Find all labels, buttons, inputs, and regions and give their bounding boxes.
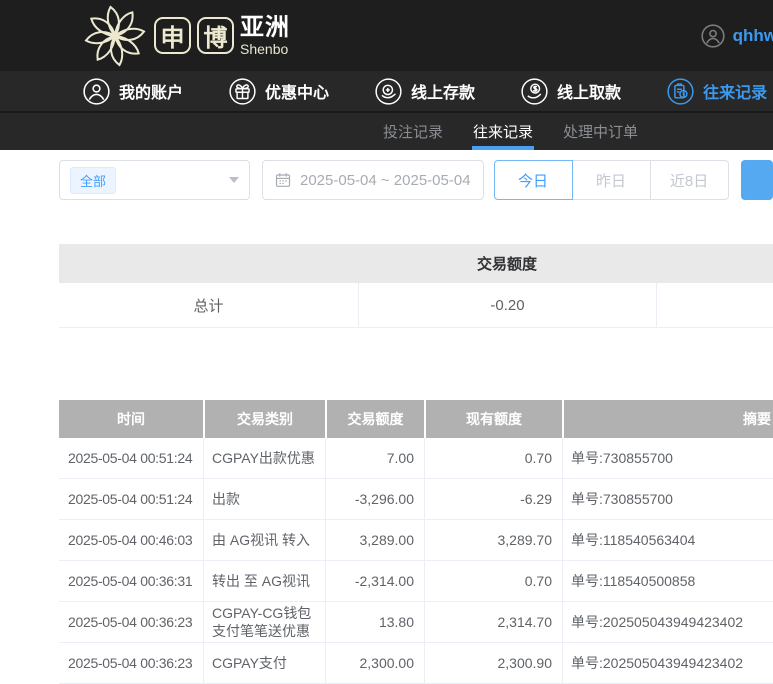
tab-label: 投注记录 [383,124,444,141]
cell-time: 2025-05-04 00:36:31 [59,561,203,602]
cell-time: 2025-05-04 00:51:24 [59,438,203,479]
nav-label: 往来记录 [703,85,768,102]
nav-item-promotions[interactable]: 优惠中心 [229,77,330,105]
nav-item-withdraw[interactable]: 线上取款 [521,77,622,105]
cell-balance: 0.70 [424,561,562,602]
cell-amount: 3,289.00 [325,520,424,561]
col-header-type: 交易类别 [203,400,325,438]
deposit-coin-icon [375,77,402,105]
top-header: 申 博 亚洲 Shenbo qhhw [0,0,773,71]
cell-time: 2025-05-04 00:36:23 [59,643,203,684]
active-tab-underline [472,146,535,150]
logo-subtitle: Shenbo [240,40,289,57]
cell-time: 2025-05-04 00:36:23 [59,602,203,644]
summary-total-row: 总计 -0.20 [59,283,773,328]
cell-balance: 0.70 [424,438,562,479]
col-header-time: 时间 [117,411,145,427]
nav-label: 线上取款 [557,85,622,102]
logo-char-bo: 博 [197,17,234,54]
cell-memo: 单号:730855700 [562,479,773,520]
tab-label: 往来记录 [473,124,534,141]
cell-amount: 7.00 [325,438,424,479]
cell-balance: 3,289.70 [424,520,562,561]
username: qhhw [732,25,773,45]
cell-type: CGPAY支付 [203,643,325,684]
cell-balance: 2,300.90 [424,643,562,684]
cell-amount: 13.80 [325,602,424,644]
table-row: 2025-05-04 00:51:24 出款 -3,296.00 -6.29 单… [59,479,773,520]
table-row: 2025-05-04 00:36:31 转出 至 AG视讯 -2,314.00 … [59,561,773,602]
tab-transaction-records[interactable]: 往来记录 [472,113,535,150]
nav-label: 线上存款 [411,85,476,102]
logo-char-shen: 申 [154,17,191,54]
yesterday-button[interactable]: 昨日 [571,160,651,200]
col-header-amount: 交易额度 [325,400,424,438]
tab-betting-records[interactable]: 投注记录 [383,113,443,150]
cell-time: 2025-05-04 00:51:24 [59,479,203,520]
cell-memo: 单号:118540563404 [562,520,773,561]
records-clipboard-icon [667,77,694,105]
cell-type: CGPAY-CG钱包支付笔笔送优惠 [203,602,325,644]
nav-item-deposit[interactable]: 线上存款 [375,77,476,105]
calendar-icon [275,173,291,187]
records-table: 时间 交易类别 交易额度 现有额度 摘要 2025-05-04 00:51:24… [59,400,773,684]
today-button[interactable]: 今日 [493,160,573,200]
selected-type-tag[interactable]: 全部 [70,166,117,194]
cell-balance: 2,314.70 [424,602,562,644]
tab-processing-orders[interactable]: 处理中订单 [563,113,638,150]
cell-memo: 单号:118540500858 [562,561,773,602]
cell-type: CGPAY出款优惠 [203,438,325,479]
summary-header-amount: 交易额度 [476,256,537,273]
quick-date-buttons: 今日 昨日 近8日 [493,160,729,200]
main-nav: 我的账户 优惠中心 线上存款 线上取款 往来记录 [0,71,773,111]
summary-table: 交易额度 总计 -0.20 [59,244,773,328]
summary-total-label: 总计 [193,297,224,315]
cell-memo: 单号:202505043949423402 [562,602,773,644]
nav-label: 我的账户 [119,85,184,102]
nav-item-my-account[interactable]: 我的账户 [83,77,184,105]
search-button[interactable] [740,160,773,200]
brand-logo[interactable]: 申 博 亚洲 Shenbo [84,5,290,67]
summary-total-value: -0.20 [358,283,656,327]
flower-logo-icon [84,5,146,66]
cell-type: 出款 [203,479,325,520]
withdraw-coin-icon [521,77,548,105]
gift-icon [229,77,256,105]
last-8-days-button[interactable]: 近8日 [649,160,729,200]
logo-region-text: 亚洲 [240,13,290,41]
cell-memo: 单号:730855700 [562,438,773,479]
cell-amount: -3,296.00 [325,479,424,520]
cell-amount: 2,300.00 [325,643,424,684]
user-account[interactable]: qhhw [701,0,773,71]
col-header-balance: 现有额度 [424,400,562,438]
summary-empty-cell [656,283,773,327]
table-header-row: 时间 交易类别 交易额度 现有额度 摘要 [59,400,773,438]
cell-type: 转出 至 AG视讯 [203,561,325,602]
summary-header-empty [656,244,773,283]
cell-memo: 单号:202505043949423402 [562,643,773,684]
table-row: 2025-05-04 00:51:24 CGPAY出款优惠 7.00 0.70 … [59,438,773,479]
summary-header-empty [59,244,358,283]
nav-item-transaction-records[interactable]: 往来记录 [667,77,768,105]
chevron-down-icon [228,177,239,183]
tab-label: 处理中订单 [563,124,639,141]
cell-type: 由 AG视讯 转入 [203,520,325,561]
date-range-picker[interactable]: 2025-05-04 ~ 2025-05-04 [261,160,484,200]
summary-header-row: 交易额度 [59,244,773,283]
cell-time: 2025-05-04 00:46:03 [59,520,203,561]
table-row: 2025-05-04 00:46:03 由 AG视讯 转入 3,289.00 3… [59,520,773,561]
table-row: 2025-05-04 00:36:23 CGPAY-CG钱包支付笔笔送优惠 13… [59,602,773,644]
sub-nav: 投注记录 往来记录 处理中订单 [0,111,773,150]
nav-label: 优惠中心 [265,85,330,102]
user-icon [83,77,110,105]
user-avatar-icon [701,23,725,48]
cell-balance: -6.29 [424,479,562,520]
table-row: 2025-05-04 00:36:23 CGPAY支付 2,300.00 2,3… [59,643,773,684]
col-header-memo: 摘要 [562,400,773,438]
date-range-value: 2025-05-04 ~ 2025-05-04 [299,171,471,189]
filter-bar: 全部 2025-05-04 ~ 2025-05-04 今日 昨日 近8日 [59,160,773,200]
type-select[interactable]: 全部 [59,160,250,200]
cell-amount: -2,314.00 [325,561,424,602]
